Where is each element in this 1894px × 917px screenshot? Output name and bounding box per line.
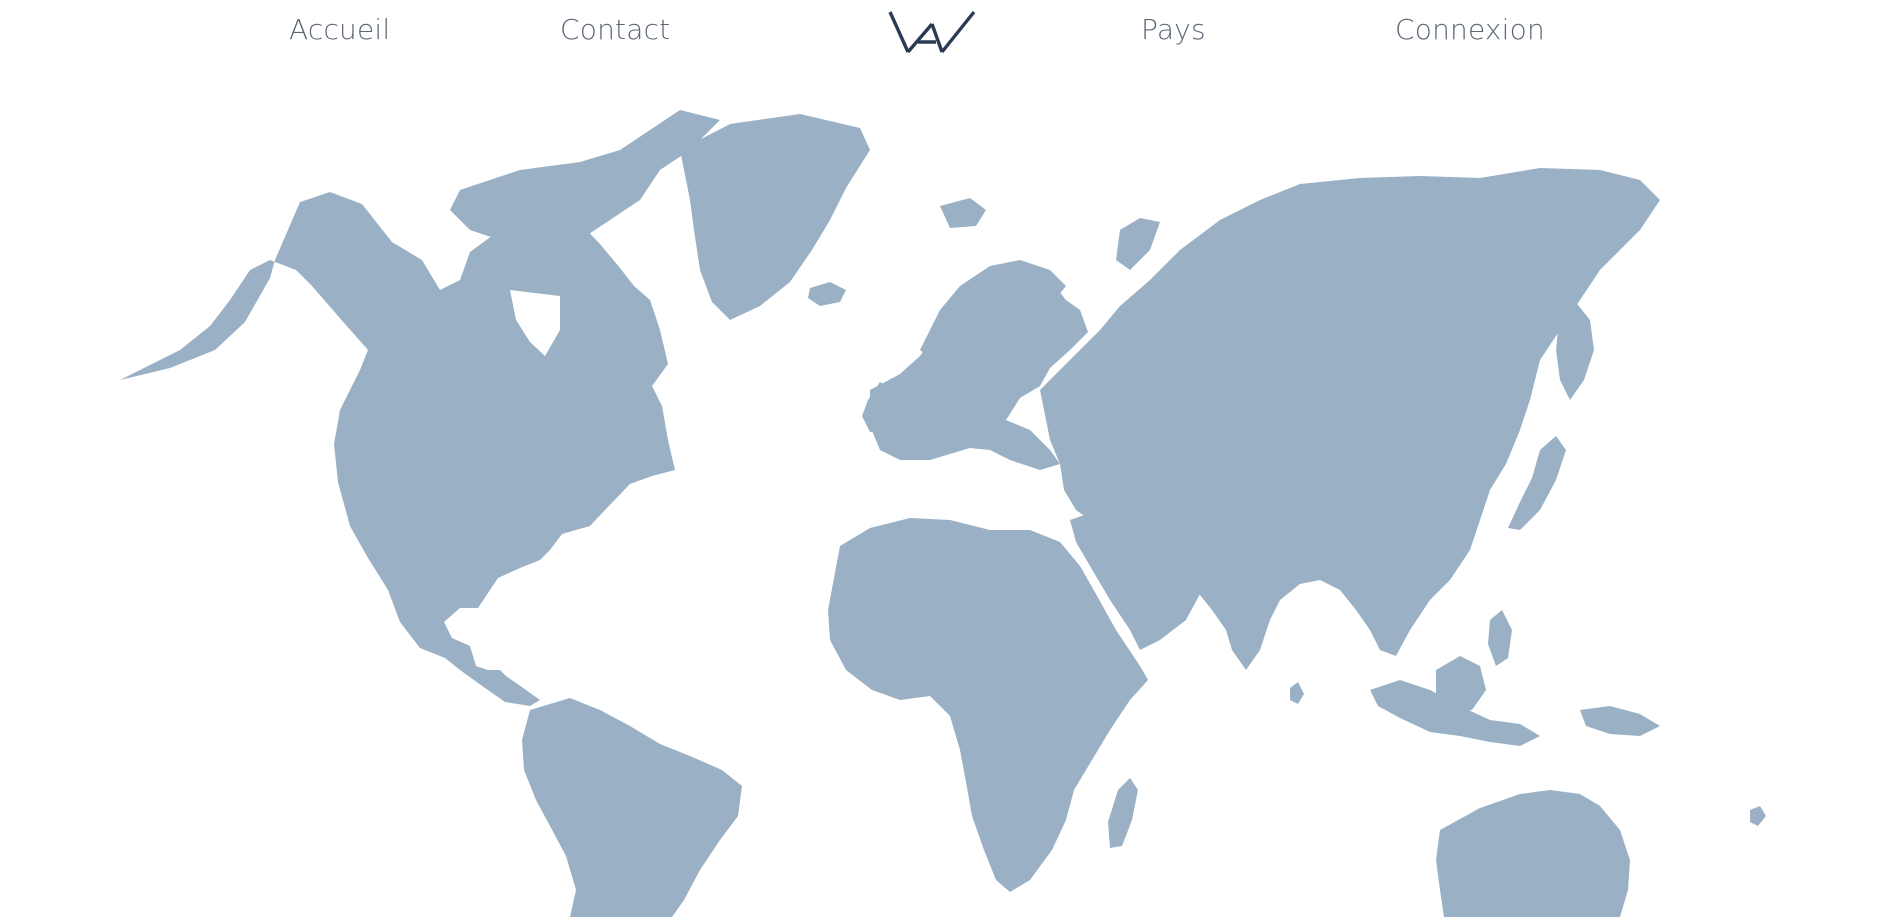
nav-link-connexion[interactable]: Connexion: [1395, 10, 1545, 50]
borneo[interactable]: [1436, 656, 1486, 712]
novaya-zemlya[interactable]: [1116, 218, 1160, 270]
continent-north-america[interactable]: [120, 192, 675, 706]
nav-link-accueil[interactable]: Accueil: [289, 10, 390, 50]
madagascar[interactable]: [1108, 778, 1138, 848]
sakhalin[interactable]: [1556, 300, 1594, 400]
nav-link-pays[interactable]: Pays: [1141, 10, 1206, 50]
svalbard[interactable]: [940, 198, 986, 228]
new-zealand[interactable]: [1750, 806, 1766, 826]
nav-link-contact[interactable]: Contact: [560, 10, 670, 50]
japan[interactable]: [1508, 436, 1566, 530]
sri-lanka[interactable]: [1290, 682, 1304, 704]
world-map[interactable]: [0, 110, 1894, 917]
logo-svg: [888, 10, 976, 54]
world-map-svg: [120, 110, 1766, 917]
iceland[interactable]: [808, 282, 846, 306]
philippines[interactable]: [1488, 610, 1512, 666]
continent-south-america[interactable]: [522, 698, 742, 917]
top-navigation: Accueil Contact Pays Connexion: [0, 0, 1894, 70]
vav-logo-icon[interactable]: [888, 10, 976, 54]
new-guinea[interactable]: [1580, 706, 1660, 736]
australia[interactable]: [1436, 790, 1630, 917]
